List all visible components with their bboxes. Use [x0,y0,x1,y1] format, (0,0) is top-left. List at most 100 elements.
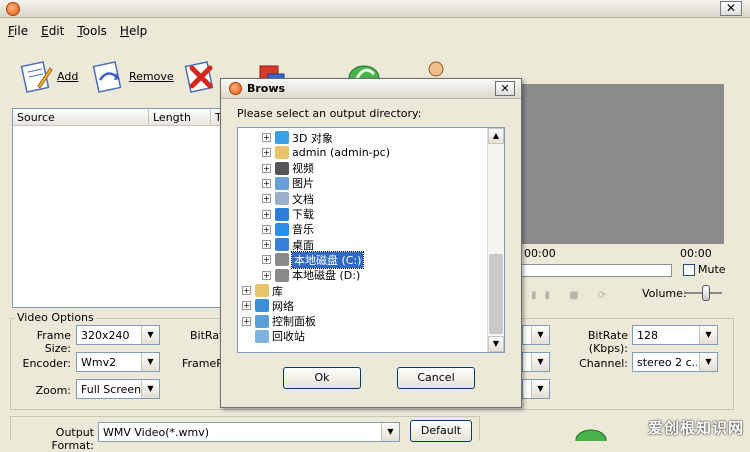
scroll-up-icon[interactable]: ▲ [488,128,504,144]
dialog-close-button[interactable]: ✕ [495,81,515,96]
framerate-label: FrameR [182,357,224,370]
file-list-header: Source Length T [13,109,239,126]
tree-item[interactable]: + 本地磁盘 (C:) [262,250,365,269]
cube-3d-icon [275,131,289,144]
frame-size-select[interactable]: 320x240 ▼ [76,325,160,345]
audio-bitrate-value: 128 [637,329,658,342]
tree-item-label: 本地磁盘 (D:) [292,269,361,283]
expand-plus-icon[interactable]: + [262,194,271,204]
tree-item-label: 视频 [292,162,314,176]
browse-folder-dialog: Brows ✕ Please select an output director… [220,78,522,408]
zoom-label: Zoom: [35,384,71,397]
chevron-down-icon[interactable]: ▼ [381,423,399,441]
seek-bar[interactable] [512,264,672,277]
start-convert-icon[interactable] [574,426,608,441]
folder-tree-items: +3D 对象 + admin (admin-pc) + 视频 + 图片 + 文档 + 下载 + 音乐 + 桌… [238,128,488,352]
zoom-select[interactable]: Full Screen ▼ [76,379,160,399]
column-source[interactable]: Source [13,109,149,125]
menu-bar: File Edit Tools Help [0,22,152,42]
tree-item[interactable]: +3D 对象 [262,130,333,145]
chevron-down-icon[interactable]: ▼ [531,326,549,344]
picture-folder-icon [275,176,289,190]
ok-button[interactable]: Ok [283,367,361,389]
tree-item-label: 3D 对象 [292,131,333,145]
output-format-select[interactable]: WMV Video(*.wmv) ▼ [98,422,400,442]
volume-slider-thumb[interactable] [702,285,710,301]
file-list[interactable]: Source Length T [12,108,240,308]
expand-plus-icon[interactable]: + [262,255,271,265]
expand-plus-icon[interactable]: + [242,316,251,326]
remove-button[interactable]: Remove [90,58,174,94]
tree-item[interactable]: + 音乐 [262,222,314,237]
tree-item[interactable]: + 库 [242,283,283,298]
frame-size-label: Frame Size: [36,329,71,355]
chevron-down-icon[interactable]: ▼ [141,380,159,398]
watermark-text: 爱创根知识网 [647,419,744,437]
mute-checkbox[interactable]: Mute [683,263,726,276]
tree-item[interactable]: + 图片 [262,176,314,191]
chevron-down-icon[interactable]: ▼ [531,353,549,371]
expand-plus-icon[interactable]: + [242,301,251,311]
column-length[interactable]: Length [149,109,211,125]
chevron-down-icon[interactable]: ▼ [141,353,159,371]
hard-drive-icon [275,268,289,282]
chevron-down-icon[interactable]: ▼ [531,380,549,398]
frame-size-value: 320x240 [81,329,130,342]
channel-select[interactable]: stereo 2 c... ▼ [632,352,718,372]
remove-label: Remove [129,69,174,83]
expand-plus-icon[interactable]: + [262,224,271,234]
tree-item[interactable]: + 视频 [262,161,314,176]
audio-bitrate-label: BitRate (Kbps): [587,329,628,355]
video-folder-icon [275,161,289,175]
expand-plus-icon[interactable]: + [262,270,271,280]
framerate-select-edge[interactable]: ▼ [522,352,550,372]
menu-tools[interactable]: Tools [69,22,112,40]
clear-button[interactable] [182,58,221,94]
tree-item[interactable]: + 网络 [242,298,294,313]
chevron-down-icon[interactable]: ▼ [699,326,717,344]
scroll-down-icon[interactable]: ▼ [488,336,504,352]
add-button[interactable]: Add [18,58,78,94]
recycle-bin-icon [255,329,269,343]
menu-edit[interactable]: Edit [33,22,69,40]
window-close-button[interactable]: ✕ [720,1,742,16]
output-format-value: WMV Video(*.wmv) [103,426,210,439]
add-label: Add [57,69,79,83]
playback-controls[interactable]: ▮▮ ■ ⟳ [531,290,614,301]
tree-item[interactable]: + 下载 [262,207,314,222]
expand-plus-icon[interactable]: + [262,148,271,158]
default-button[interactable]: Default [410,420,472,442]
encoder-select[interactable]: Wmv2 ▼ [76,352,160,372]
tree-item-label: 回收站 [272,330,305,344]
tree-item[interactable]: + 控制面板 [242,314,316,329]
video-bitrate-select-edge[interactable]: ▼ [522,325,550,345]
volume-label: Volume: [642,287,687,300]
menu-file[interactable]: File [0,22,33,40]
expand-plus-icon[interactable]: + [262,178,271,188]
scroll-thumb[interactable] [489,254,503,334]
expand-plus-icon[interactable]: + [262,209,271,219]
tree-item[interactable]: +回收站 [242,329,305,344]
expand-plus-icon[interactable]: + [262,240,271,250]
cancel-button[interactable]: Cancel [397,367,475,389]
tree-scrollbar[interactable]: ▲ ▼ [487,128,504,352]
expand-plus-icon[interactable]: + [262,133,271,142]
aspect-select-edge[interactable]: ▼ [522,379,550,399]
expand-plus-icon[interactable]: + [242,286,251,295]
chevron-down-icon[interactable]: ▼ [141,326,159,344]
tree-item[interactable]: + 本地磁盘 (D:) [262,268,360,283]
tree-item[interactable]: + 桌面 [262,237,314,252]
tree-item[interactable]: + 文档 [262,191,314,206]
add-file-icon [20,61,53,93]
chevron-down-icon[interactable]: ▼ [699,353,717,371]
audio-bitrate-select[interactable]: 128 ▼ [632,325,718,345]
expand-plus-icon[interactable]: + [262,163,271,173]
clear-x-icon [184,61,214,93]
tree-item-label: 网络 [272,299,294,313]
tree-item[interactable]: + admin (admin-pc) [262,145,390,160]
mute-checkbox-box[interactable] [683,263,695,276]
desktop-icon [275,238,289,252]
zoom-value: Full Screen [81,383,142,396]
folder-tree[interactable]: +3D 对象 + admin (admin-pc) + 视频 + 图片 + 文档 + 下载 + 音乐 + 桌… [237,127,505,353]
menu-help[interactable]: Help [112,22,152,40]
